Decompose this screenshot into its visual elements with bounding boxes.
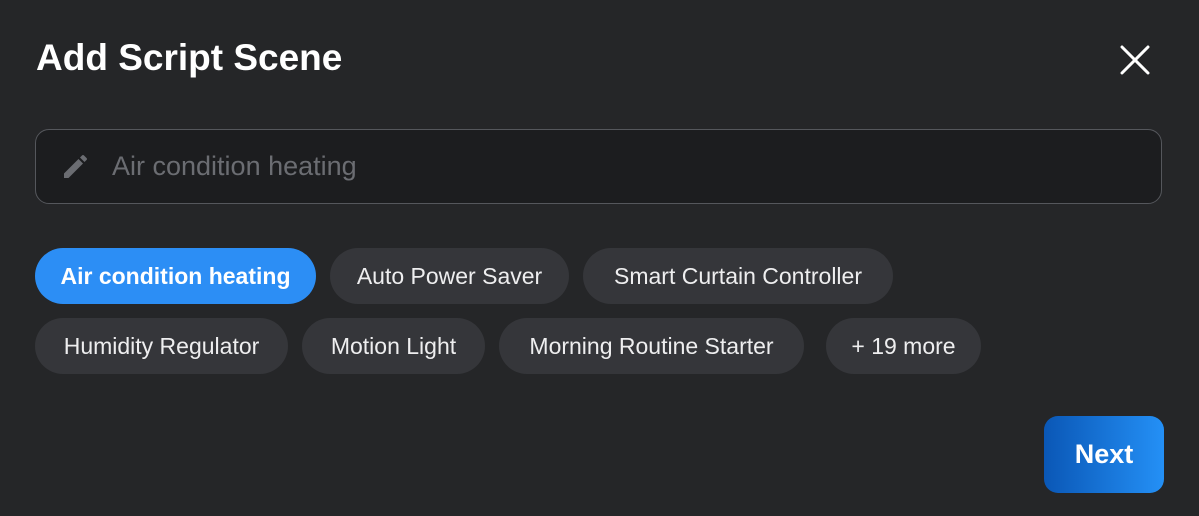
scene-name-field[interactable]	[35, 129, 1162, 204]
dialog-title: Add Script Scene	[36, 37, 343, 78]
chip-more[interactable]: + 19 more	[826, 318, 981, 374]
pencil-icon	[64, 155, 87, 178]
next-button[interactable]: Next	[1044, 416, 1164, 493]
close-icon	[1120, 45, 1150, 75]
chip-humidity-regulator[interactable]: Humidity Regulator	[35, 318, 288, 374]
chip-morning-routine-starter[interactable]: Morning Routine Starter	[499, 318, 804, 374]
chip-air-condition-heating[interactable]: Air condition heating	[35, 248, 316, 304]
add-script-scene-dialog: Add Script Scene Air condition heating A…	[0, 0, 1199, 516]
chip-auto-power-saver[interactable]: Auto Power Saver	[330, 248, 569, 304]
scene-name-input[interactable]	[112, 130, 1142, 203]
chip-motion-light[interactable]: Motion Light	[302, 318, 485, 374]
close-button[interactable]	[1112, 37, 1158, 83]
chip-smart-curtain-controller[interactable]: Smart Curtain Controller	[583, 248, 893, 304]
